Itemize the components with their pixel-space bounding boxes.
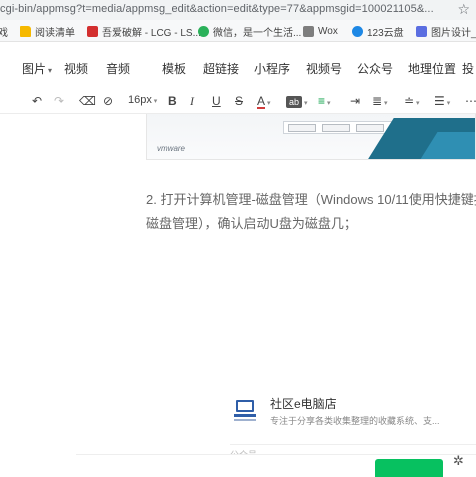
bottom-bar: ✲ [76,453,476,477]
menu-template[interactable]: 模板 [162,60,186,77]
line-spacing-icon[interactable]: ≣ ▾ [372,94,388,108]
indent-icon[interactable]: ⇥ [350,94,360,108]
bookmark-wechat[interactable]: 微信，是一个生活... [198,24,301,39]
font-color-icon[interactable]: A ▾ [257,94,270,109]
menu-official-account[interactable]: 公众号 [357,60,393,77]
clear-format-icon[interactable]: ⊘ [103,94,113,108]
editor-content[interactable]: vmware 2. 打开计算机管理-磁盘管理（Windows 10/11使用快捷… [146,114,476,477]
publish-button[interactable] [375,459,443,477]
vmware-logo: vmware [157,144,186,153]
account-name: 社区e电脑店 [270,397,337,411]
highlight-icon[interactable]: ab ▾ [286,94,307,108]
account-description: 专注于分享各类收集整理的收藏系统、支... [270,416,440,426]
menu-image[interactable]: 图片 ▾ [22,60,52,77]
bookmark-123pan[interactable]: 123云盘 [352,24,404,39]
menu-audio[interactable]: 音频 [106,60,130,77]
strikethrough-icon[interactable]: S [235,94,243,108]
cloud-icon [352,25,363,37]
menu-video[interactable]: 视频 [64,60,88,77]
list-icon[interactable]: ☰ ▾ [434,94,450,108]
bookmark-item[interactable]: 戏 [0,24,8,39]
settings-icon[interactable]: ✲ [453,453,464,469]
design-icon [416,25,427,37]
underline-icon[interactable]: U [212,94,221,108]
star-icon[interactable]: ☆ [457,1,470,18]
more-format-icon[interactable]: ⋯ [465,94,476,108]
redo-icon[interactable]: ↷ [54,94,64,108]
undo-icon[interactable]: ↶ [32,94,42,108]
bookmark-wox[interactable]: Wox [303,24,338,38]
menu-vote[interactable]: 投 [462,60,474,77]
url-text[interactable]: cgi-bin/appmsg?t=media/appmsg_edit&actio… [0,3,434,15]
computer-icon [234,398,256,422]
account-card[interactable]: 社区e电脑店 专注于分享各类收集整理的收藏系统、支... [234,394,476,438]
doc-icon [303,25,314,37]
align-left-icon[interactable]: ≡ ▾ [318,94,330,108]
bookmarks-bar: 戏 阅读清单 吾爱破解 - LCG - LS... 微信，是一个生活... Wo… [0,20,476,42]
bookmark-reading-list[interactable]: 阅读清单 [20,24,75,39]
insert-menu: 图片 ▾ 视频 音频 模板 超链接 小程序 视频号 公众号 地理位置 投 [0,42,476,92]
bookmark-design[interactable]: 图片设计_在... [416,24,476,39]
format-brush-icon[interactable]: ⌫ [79,94,96,108]
menu-miniprogram[interactable]: 小程序 [254,60,290,77]
bold-icon[interactable]: B [168,94,177,108]
chevron-down-icon: ▾ [48,66,53,75]
paragraph-line-1: 2. 打开计算机管理-磁盘管理（Windows 10/11使用快捷键按 [146,192,476,207]
folder-icon [20,25,31,37]
menu-location[interactable]: 地理位置 [408,60,456,77]
paragraph-line-2: 磁盘管理），确认启动U盘为磁盘几； [146,216,357,231]
font-size-select[interactable]: 16px ▾ [128,94,157,106]
italic-icon[interactable]: I [190,94,194,109]
wechat-icon [198,25,209,37]
bookmark-52pojie[interactable]: 吾爱破解 - LCG - LS... [87,24,201,39]
divider [230,444,476,445]
site-icon [87,25,98,37]
format-toolbar: ↶ ↷ ⌫ ⊘ 16px ▾ B I U S A ▾ ab ▾ ≡ ▾ ⇥ ≣ … [0,92,476,114]
menu-hyperlink[interactable]: 超链接 [203,60,239,77]
menu-channels[interactable]: 视频号 [306,60,342,77]
address-bar[interactable]: cgi-bin/appmsg?t=media/appmsg_edit&actio… [0,0,476,20]
paragraph-spacing-icon[interactable]: ≐ ▾ [404,94,420,108]
paragraph[interactable]: 2. 打开计算机管理-磁盘管理（Windows 10/11使用快捷键按 磁盘管理… [146,188,476,236]
embedded-screenshot: vmware [146,114,476,160]
